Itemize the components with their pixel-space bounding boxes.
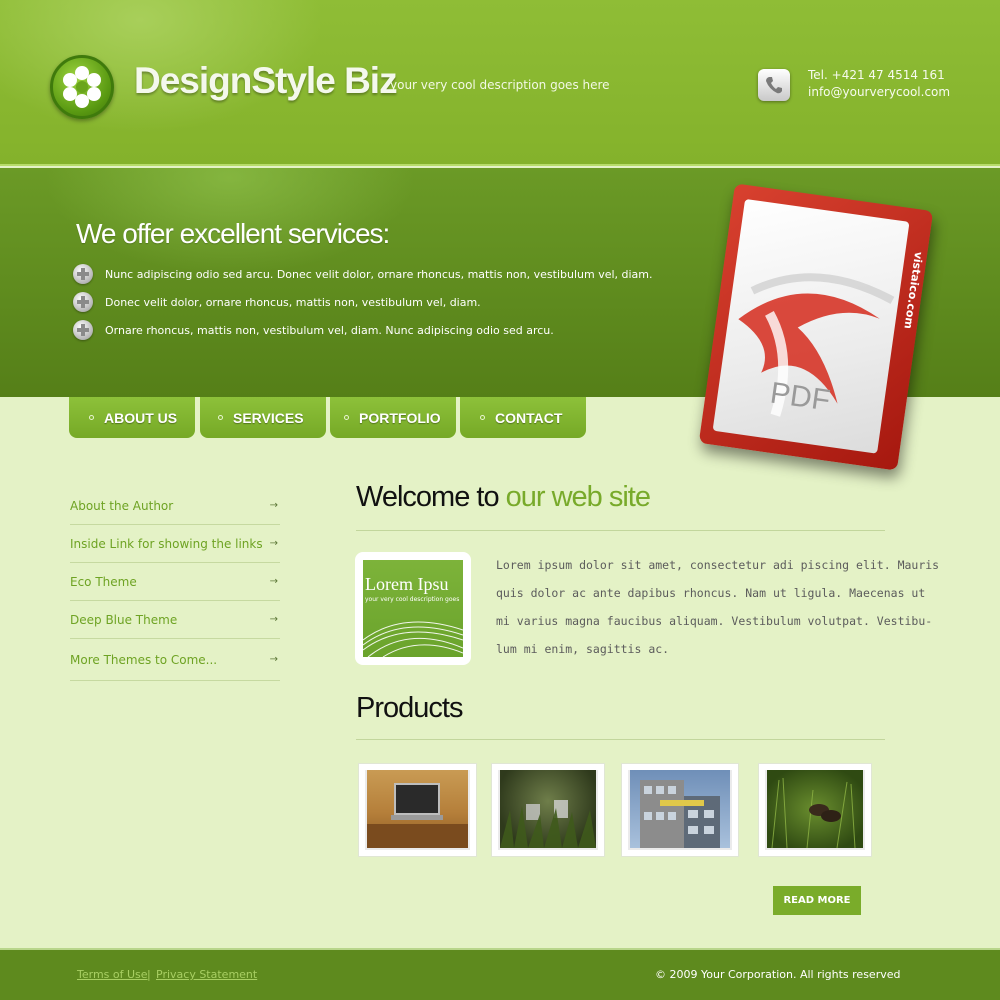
intro-text-line: lum mi enim, sagittis ac. bbox=[496, 642, 670, 656]
bullet-dot-icon bbox=[480, 415, 485, 420]
sidebar-item-more-themes[interactable]: More Themes to Come... → bbox=[70, 639, 280, 681]
sidebar-item-eco-theme[interactable]: Eco Theme → bbox=[70, 563, 280, 601]
divider bbox=[356, 739, 885, 740]
sidebar-item-deep-blue-theme[interactable]: Deep Blue Theme → bbox=[70, 601, 280, 639]
service-bullet-text: Nunc adipiscing odio sed arcu. Donec vel… bbox=[105, 267, 653, 281]
building-photo bbox=[630, 770, 730, 848]
nav-label: PORTFOLIO bbox=[359, 409, 441, 426]
products-heading: Products bbox=[356, 692, 463, 724]
email-address[interactable]: info@yourverycool.com bbox=[808, 85, 950, 99]
service-bullet-text: Ornare rhoncus, mattis non, vestibulum v… bbox=[105, 323, 554, 337]
nav-portfolio[interactable]: PORTFOLIO bbox=[330, 397, 456, 438]
site-header: DesignStyle Biz your very cool descripti… bbox=[0, 0, 1000, 166]
service-bullet: Donec velit dolor, ornare rhoncus, matti… bbox=[73, 292, 481, 312]
sidebar-item-about-author[interactable]: About the Author → bbox=[70, 487, 280, 525]
welcome-accent: our web site bbox=[505, 481, 651, 513]
bullet-dot-icon bbox=[89, 415, 94, 420]
sidebar-item-label: About the Author bbox=[70, 498, 174, 513]
plus-icon bbox=[73, 264, 93, 284]
service-bullet-text: Donec velit dolor, ornare rhoncus, matti… bbox=[105, 295, 481, 309]
read-more-button[interactable]: READ MORE bbox=[773, 886, 861, 915]
sidebar-item-inside-link[interactable]: Inside Link for showing the links → bbox=[70, 525, 280, 563]
service-bullet: Nunc adipiscing odio sed arcu. Donec vel… bbox=[73, 264, 653, 284]
divider bbox=[356, 530, 885, 531]
pdf-icon: PDF vistaico.com bbox=[698, 183, 934, 471]
plus-icon bbox=[73, 292, 93, 312]
sidebar-item-label: More Themes to Come... bbox=[70, 652, 218, 667]
intro-text-line: quis dolor ac ante dapibus rhoncus. Nam … bbox=[496, 586, 926, 600]
grass-sunglasses-photo bbox=[767, 770, 863, 848]
sidebar-item-label: Eco Theme bbox=[70, 574, 137, 589]
arrow-right-icon: → bbox=[269, 576, 278, 587]
nav-services[interactable]: SERVICES bbox=[200, 397, 326, 438]
pdf-document-graphic: PDF vistaico.com bbox=[698, 183, 934, 471]
tagline: your very cool description goes here bbox=[390, 78, 610, 92]
bullet-dot-icon bbox=[218, 415, 223, 420]
laptop-photo bbox=[367, 770, 468, 848]
sidebar-item-label: Inside Link for showing the links bbox=[70, 536, 263, 551]
intro-text-line: Lorem ipsum dolor sit amet, consectetur … bbox=[496, 558, 940, 572]
nav-contact[interactable]: CONTACT bbox=[460, 397, 586, 438]
welcome-prefix: Welcome to bbox=[356, 481, 500, 513]
terms-of-use-link[interactable]: Terms of Use bbox=[77, 968, 148, 981]
bullet-dot-icon bbox=[344, 415, 349, 420]
grass-mug-photo bbox=[500, 770, 596, 848]
product-grass-mug[interactable] bbox=[492, 764, 604, 856]
footer-separator: | bbox=[147, 968, 151, 981]
plus-icon bbox=[73, 320, 93, 340]
nav-label: ABOUT US bbox=[104, 409, 178, 426]
welcome-heading: Welcome to our web site bbox=[356, 481, 651, 514]
arrow-right-icon: → bbox=[269, 654, 278, 665]
brand-name[interactable]: DesignStyle Biz bbox=[134, 60, 398, 102]
arrow-right-icon: → bbox=[269, 614, 278, 625]
nav-about-us[interactable]: ABOUT US bbox=[69, 397, 195, 438]
arrow-right-icon: → bbox=[269, 538, 278, 549]
copyright-text: © 2009 Your Corporation. All rights rese… bbox=[655, 968, 901, 981]
privacy-statement-link[interactable]: Privacy Statement bbox=[156, 968, 257, 981]
thumbnail-image: Lorem Ipsu your very cool description go… bbox=[363, 560, 463, 657]
intro-text-line: mi varius magna faucibus aliquam. Vestib… bbox=[496, 614, 933, 628]
arrow-right-icon: → bbox=[269, 500, 278, 511]
sidebar-item-label: Deep Blue Theme bbox=[70, 612, 178, 627]
nav-label: SERVICES bbox=[233, 409, 304, 426]
pdf-paper: PDF bbox=[712, 198, 910, 454]
product-laptop[interactable] bbox=[359, 764, 476, 856]
banner-title: We offer excellent services: bbox=[76, 218, 390, 249]
nav-label: CONTACT bbox=[495, 409, 563, 426]
phone-number: Tel. +421 47 4514 161 bbox=[808, 68, 945, 82]
product-grass-sunglasses[interactable] bbox=[759, 764, 871, 856]
flower-logo-icon[interactable] bbox=[50, 55, 114, 119]
sidebar-links: About the Author → Inside Link for showi… bbox=[70, 487, 280, 681]
service-bullet: Ornare rhoncus, mattis non, vestibulum v… bbox=[73, 320, 554, 340]
phone-icon bbox=[758, 69, 790, 101]
site-footer: Terms of Use | Privacy Statement © 2009 … bbox=[0, 948, 1000, 1000]
intro-thumbnail[interactable]: Lorem Ipsu your very cool description go… bbox=[355, 552, 471, 665]
product-building[interactable] bbox=[622, 764, 738, 856]
